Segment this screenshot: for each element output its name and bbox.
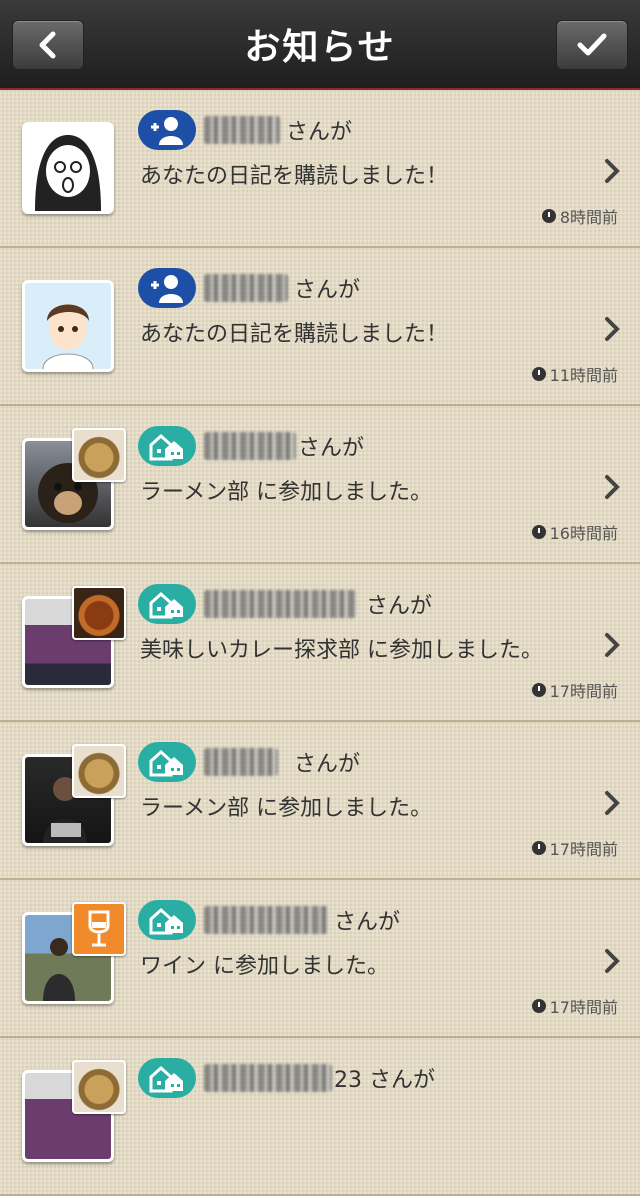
chevron-right-icon <box>605 791 620 815</box>
user-name-redacted[interactable] <box>204 748 278 776</box>
timestamp: 17時間前 <box>531 678 618 702</box>
page-title: お知らせ <box>244 27 396 68</box>
user-name-redacted[interactable] <box>204 432 296 460</box>
avatar[interactable] <box>22 122 114 214</box>
notification-row[interactable]: さんが あなたの日記を購読しました！ 11時間前 <box>0 248 640 406</box>
club-badge <box>138 584 196 624</box>
club-badge <box>138 900 196 940</box>
timestamp-text: 17時間前 <box>549 682 618 701</box>
club-house-icon <box>149 433 183 461</box>
user-suffix: さんが <box>286 120 353 145</box>
check-icon <box>577 33 607 56</box>
notification-list: さんが あなたの日記を購読しました！ 8時間前 さんが あなたの日記を購読しまし… <box>0 90 640 1196</box>
nav-bar: お知らせ <box>0 0 640 90</box>
clock-icon <box>541 209 556 223</box>
timestamp: 17時間前 <box>531 994 618 1018</box>
avatar[interactable] <box>22 280 114 372</box>
user-name-redacted[interactable] <box>204 1064 332 1092</box>
timestamp-text: 8時間前 <box>559 208 618 227</box>
notification-message: ラーメン部 に参加しました。 <box>140 480 433 505</box>
notification-row[interactable]: さんが あなたの日記を購読しました！ 8時間前 <box>0 90 640 248</box>
club-thumbnail <box>72 902 126 956</box>
user-name-redacted[interactable] <box>204 274 288 302</box>
clock-icon <box>531 683 546 697</box>
club-house-icon <box>149 1065 183 1093</box>
notification-row[interactable]: さんが 美味しいカレー探求部 に参加しました。 17時間前 <box>0 564 640 722</box>
user-name-redacted[interactable] <box>204 116 280 144</box>
notification-message: ワイン に参加しました。 <box>140 954 389 979</box>
timestamp-text: 17時間前 <box>549 840 618 859</box>
timestamp-text: 11時間前 <box>549 366 618 385</box>
club-badge <box>138 742 196 782</box>
timestamp: 8時間前 <box>541 204 618 228</box>
clock-icon <box>531 999 546 1013</box>
timestamp: 11時間前 <box>531 362 618 386</box>
notification-message: あなたの日記を購読しました！ <box>140 164 449 189</box>
timestamp: 16時間前 <box>531 520 618 544</box>
club-badge <box>138 1058 196 1098</box>
done-button[interactable] <box>556 20 628 70</box>
user-suffix: さんが <box>294 752 361 777</box>
follow-badge <box>138 110 196 150</box>
chevron-right-icon <box>605 949 620 973</box>
club-thumbnail <box>72 1060 126 1114</box>
add-user-icon <box>151 117 183 145</box>
user-suffix: さんが <box>298 436 365 461</box>
clock-icon <box>531 367 546 381</box>
follow-badge <box>138 268 196 308</box>
notification-row[interactable]: さんが ラーメン部 に参加しました。 17時間前 <box>0 722 640 880</box>
club-house-icon <box>149 749 183 777</box>
user-suffix: 23 さんが <box>334 1068 435 1093</box>
add-user-icon <box>151 275 183 303</box>
user-name-redacted[interactable] <box>204 906 328 934</box>
club-house-icon <box>149 591 183 619</box>
notification-message: あなたの日記を購読しました！ <box>140 322 449 347</box>
club-badge <box>138 426 196 466</box>
club-thumbnail <box>72 586 126 640</box>
wine-glass-icon <box>88 910 110 947</box>
notification-row[interactable]: さんが ワイン に参加しました。 17時間前 <box>0 880 640 1038</box>
notification-row[interactable]: さんが ラーメン部 に参加しました。 16時間前 <box>0 406 640 564</box>
club-thumbnail <box>72 428 126 482</box>
user-suffix: さんが <box>294 278 361 303</box>
clock-icon <box>531 841 546 855</box>
chevron-right-icon <box>605 475 620 499</box>
clock-icon <box>531 525 546 539</box>
chevron-right-icon <box>605 317 620 341</box>
chevron-right-icon <box>605 633 620 657</box>
user-name-redacted[interactable] <box>204 590 356 618</box>
timestamp-text: 16時間前 <box>549 524 618 543</box>
timestamp: 17時間前 <box>531 836 618 860</box>
chevron-right-icon <box>605 159 620 183</box>
timestamp-text: 17時間前 <box>549 998 618 1017</box>
user-suffix: さんが <box>366 594 433 619</box>
notification-row[interactable]: 23 さんが <box>0 1038 640 1196</box>
club-house-icon <box>149 907 183 935</box>
club-thumbnail <box>72 744 126 798</box>
user-suffix: さんが <box>334 910 401 935</box>
notification-message: 美味しいカレー探求部 に参加しました。 <box>140 638 543 663</box>
notification-message: ラーメン部 に参加しました。 <box>140 796 433 821</box>
